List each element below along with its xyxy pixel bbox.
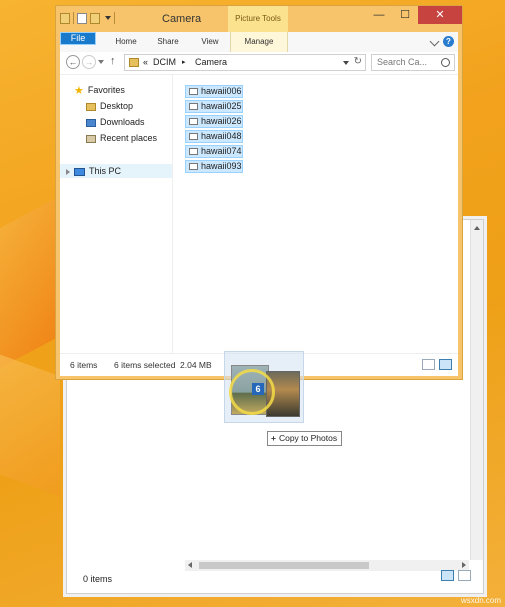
navigation-bar: ← → ↑ « DCIM ▸ Camera ↻ Search Ca... <box>60 52 458 74</box>
folder-icon <box>129 58 139 67</box>
details-view-button[interactable] <box>422 359 435 370</box>
title-bar[interactable]: Picture Tools Camera — ☐ ✕ <box>56 6 462 32</box>
recent-places-icon <box>86 134 96 143</box>
customize-toolbar-dropdown-icon[interactable] <box>105 16 111 20</box>
nav-desktop[interactable]: Desktop <box>86 99 133 113</box>
file-list: hawaii006 hawaii025 hawaii026 hawaii048 … <box>185 85 243 175</box>
toolbar-separator <box>73 12 74 24</box>
tab-manage[interactable]: Manage <box>230 32 288 52</box>
file-name: hawaii006 <box>201 86 242 96</box>
quick-access-toolbar <box>60 12 115 24</box>
recent-locations-dropdown-icon[interactable] <box>98 60 104 64</box>
address-dropdown-icon[interactable] <box>343 61 349 65</box>
status-items-count: 0 items <box>83 574 113 584</box>
search-icon[interactable] <box>441 58 450 67</box>
vertical-scrollbar[interactable] <box>470 220 483 560</box>
large-icons-view-button[interactable] <box>439 359 452 370</box>
scroll-left-arrow-icon[interactable] <box>188 562 192 568</box>
view-buttons <box>441 570 471 581</box>
file-item[interactable]: hawaii048 <box>185 130 243 143</box>
file-item[interactable]: hawaii006 <box>185 85 243 98</box>
file-item[interactable]: hawaii025 <box>185 100 243 113</box>
nav-this-pc[interactable]: This PC <box>66 164 121 178</box>
nav-downloads-label: Downloads <box>100 117 145 127</box>
horizontal-scrollbar[interactable] <box>185 560 469 571</box>
watermark: wsxdn.com <box>460 596 501 605</box>
nav-recent-places[interactable]: Recent places <box>86 131 157 145</box>
breadcrumb-dcim[interactable]: DCIM <box>153 57 176 67</box>
scrollbar-thumb[interactable] <box>199 562 369 569</box>
computer-icon <box>74 167 85 176</box>
breadcrumb-overflow[interactable]: « <box>143 57 148 67</box>
picture-tools-tab-group: Picture Tools <box>228 6 288 32</box>
drag-preview: 6 <box>224 351 304 429</box>
forward-button[interactable]: → <box>82 55 96 69</box>
image-file-icon <box>189 148 198 155</box>
large-icons-view-button[interactable] <box>458 570 471 581</box>
scroll-right-arrow-icon[interactable] <box>462 562 466 568</box>
file-name: hawaii074 <box>201 146 242 156</box>
nav-this-pc-label: This PC <box>89 166 122 176</box>
nav-desktop-label: Desktop <box>100 101 134 111</box>
properties-icon[interactable] <box>77 12 87 24</box>
content-area: ★ Favorites Desktop Downloads Recent plac… <box>60 74 458 354</box>
status-items-count: 6 items <box>70 360 98 370</box>
nav-recent-places-label: Recent places <box>100 133 158 143</box>
search-input[interactable]: Search Ca... <box>371 54 455 71</box>
tab-home[interactable]: Home <box>106 32 146 52</box>
downloads-folder-icon <box>86 118 96 127</box>
tab-view[interactable]: View <box>190 32 230 52</box>
image-file-icon <box>189 103 198 110</box>
expand-arrow-icon[interactable] <box>66 168 70 175</box>
status-selected-size: 2.04 MB <box>180 360 212 370</box>
nav-favorites[interactable]: ★ Favorites <box>74 83 125 97</box>
file-item[interactable]: hawaii026 <box>185 115 243 128</box>
tab-file[interactable]: File <box>60 32 96 45</box>
file-name: hawaii048 <box>201 131 242 141</box>
scroll-up-arrow-icon[interactable] <box>474 226 480 230</box>
up-arrow-icon[interactable]: ↑ <box>110 55 116 67</box>
image-file-icon <box>189 88 198 95</box>
maximize-button[interactable]: ☐ <box>392 6 418 24</box>
expand-ribbon-icon[interactable] <box>429 36 440 47</box>
breadcrumb-camera[interactable]: Camera <box>195 57 227 67</box>
navigation-pane: ★ Favorites Desktop Downloads Recent plac… <box>60 75 173 354</box>
nav-favorites-label: Favorites <box>87 85 125 95</box>
toolbar-separator <box>114 12 115 24</box>
tab-share[interactable]: Share <box>148 32 188 52</box>
desktop-swoosh <box>0 343 60 497</box>
ribbon-tabs: File Home Share View Manage ? <box>60 32 458 52</box>
image-file-icon <box>189 118 198 125</box>
image-file-icon <box>189 163 198 170</box>
back-button[interactable]: ← <box>66 55 80 69</box>
file-item[interactable]: hawaii074 <box>185 145 243 158</box>
desktop-folder-icon <box>86 102 96 111</box>
status-selected-count: 6 items selected <box>114 360 176 370</box>
breadcrumb-separator-icon[interactable]: ▸ <box>182 58 186 66</box>
close-button[interactable]: ✕ <box>418 6 462 24</box>
minimize-button[interactable]: — <box>366 6 392 24</box>
cursor-highlight <box>229 369 275 415</box>
nav-downloads[interactable]: Downloads <box>86 115 145 129</box>
details-view-button[interactable] <box>441 570 454 581</box>
new-folder-icon[interactable] <box>90 12 100 24</box>
file-item[interactable]: hawaii093 <box>185 160 243 173</box>
camera-window[interactable]: Picture Tools Camera — ☐ ✕ File Home Sha… <box>55 5 463 380</box>
drag-tooltip: + Copy to Photos <box>267 431 343 446</box>
search-placeholder: Search Ca... <box>377 57 428 67</box>
star-icon: ★ <box>74 84 84 97</box>
file-name: hawaii025 <box>201 101 242 111</box>
window-title: Camera <box>162 13 202 25</box>
file-name: hawaii026 <box>201 116 242 126</box>
image-file-icon <box>189 133 198 140</box>
plus-icon: + <box>271 433 276 443</box>
refresh-icon[interactable]: ↻ <box>354 56 362 67</box>
address-bar[interactable]: « DCIM ▸ Camera ↻ <box>124 54 366 71</box>
help-icon[interactable]: ? <box>443 36 454 47</box>
file-name: hawaii093 <box>201 161 242 171</box>
drag-tooltip-label: Copy to Photos <box>278 433 338 443</box>
folder-icon <box>60 12 70 24</box>
